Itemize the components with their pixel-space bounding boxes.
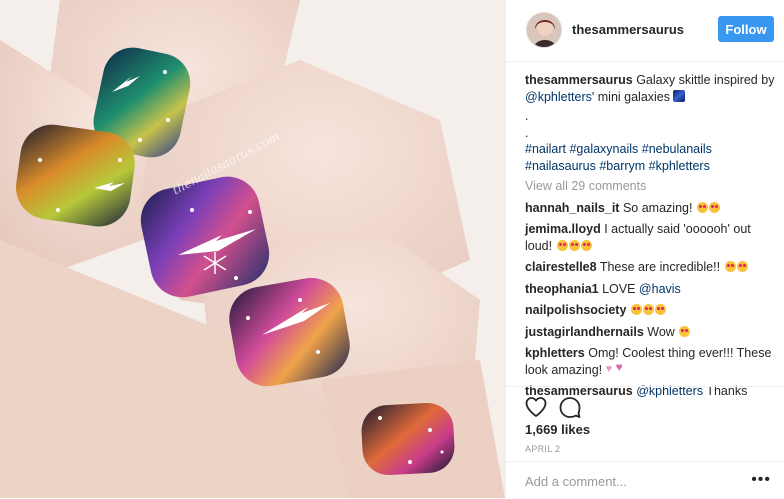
comment-mention[interactable]: @havis bbox=[639, 282, 681, 296]
comment-text: These are incredible!! bbox=[596, 260, 724, 274]
post-actions: 1,669 likes APRIL 2 ••• bbox=[506, 386, 784, 498]
comment-item: justagirlandhernails Wow bbox=[525, 324, 775, 341]
caption-text-2: ' mini galaxies bbox=[591, 89, 674, 104]
comment-item: hannah_nails_it So amazing! bbox=[525, 200, 775, 217]
heart-eyes-emoji-icon bbox=[580, 239, 592, 251]
comment-text bbox=[626, 303, 629, 317]
heart-eyes-emoji-icon bbox=[736, 261, 748, 272]
heart-eyes-emoji-icon bbox=[630, 304, 642, 315]
comment-username[interactable]: jemima.lloyd bbox=[525, 222, 601, 236]
avatar-image bbox=[527, 13, 561, 47]
view-all-comments-link[interactable]: View all 29 comments bbox=[525, 178, 775, 195]
milky-way-emoji-icon bbox=[673, 89, 686, 102]
heart-eyes-emoji-icon bbox=[654, 304, 666, 315]
comment-item: jemima.lloyd I actually said 'oooooh' ou… bbox=[525, 221, 775, 254]
comment-text: LOVE bbox=[598, 281, 639, 296]
post-header: thesammersaurus Follow bbox=[506, 0, 784, 62]
heart-eyes-emoji-icon bbox=[642, 304, 654, 315]
comment-username[interactable]: justagirlandhernails bbox=[525, 325, 644, 339]
nail-art-photo bbox=[0, 0, 505, 498]
comment-item: nailpolishsociety bbox=[525, 302, 775, 319]
comment-item: clairestelle8 These are incredible!! bbox=[525, 259, 775, 276]
caption-dot: . bbox=[525, 125, 529, 140]
more-options-icon[interactable]: ••• bbox=[751, 471, 771, 489]
heart-eyes-emoji-icon bbox=[568, 239, 580, 251]
heart-eyes-emoji-icon bbox=[696, 201, 708, 213]
likes-count[interactable]: 1,669 likes bbox=[525, 422, 590, 437]
avatar[interactable] bbox=[526, 12, 562, 48]
caption-hashtags[interactable]: #nailart #galaxynails #nebulanails #nail… bbox=[525, 141, 775, 174]
caption-mention[interactable]: @kphletters bbox=[525, 90, 592, 104]
heart-outline-icon[interactable] bbox=[524, 395, 548, 419]
heart-eyes-emoji-icon bbox=[724, 261, 736, 272]
sparkling-hearts-emoji-icon bbox=[606, 359, 628, 378]
comment-text: Wow bbox=[643, 324, 679, 339]
caption-dot: . bbox=[525, 109, 529, 123]
comment-username[interactable]: kphletters bbox=[525, 346, 585, 360]
comment-username[interactable]: theophania1 bbox=[525, 282, 599, 296]
post-photo[interactable]: thenailasaurus.com bbox=[0, 0, 505, 498]
add-comment-bar: ••• bbox=[506, 461, 784, 499]
add-comment-input[interactable] bbox=[525, 472, 725, 490]
comment-username[interactable]: clairestelle8 bbox=[525, 260, 597, 274]
comment-username[interactable]: nailpolishsociety bbox=[525, 303, 626, 317]
comment-bubble-icon[interactable] bbox=[558, 395, 582, 419]
caption-username[interactable]: thesammersaurus bbox=[525, 73, 633, 87]
comment-username[interactable]: hannah_nails_it bbox=[525, 201, 619, 215]
heart-eyes-emoji-icon bbox=[556, 239, 568, 251]
comment-item: kphletters Omg! Coolest thing ever!!! Th… bbox=[525, 345, 775, 378]
comments-section: thesammersaurus Galaxy skittle inspired … bbox=[525, 72, 775, 405]
heart-eyes-emoji-icon bbox=[679, 325, 691, 337]
follow-button[interactable]: Follow bbox=[718, 16, 774, 42]
comment-text: So amazing! bbox=[619, 200, 696, 215]
post-date: APRIL 2 bbox=[525, 444, 561, 454]
caption-text: Galaxy skittle inspired by bbox=[636, 73, 775, 87]
caption: thesammersaurus Galaxy skittle inspired … bbox=[525, 72, 775, 105]
post-username[interactable]: thesammersaurus bbox=[572, 22, 684, 37]
post-side-panel: thesammersaurus Follow thesammersaurus G… bbox=[505, 0, 784, 498]
heart-eyes-emoji-icon bbox=[708, 201, 720, 213]
comment-item: theophania1 LOVE @havis bbox=[525, 281, 775, 298]
